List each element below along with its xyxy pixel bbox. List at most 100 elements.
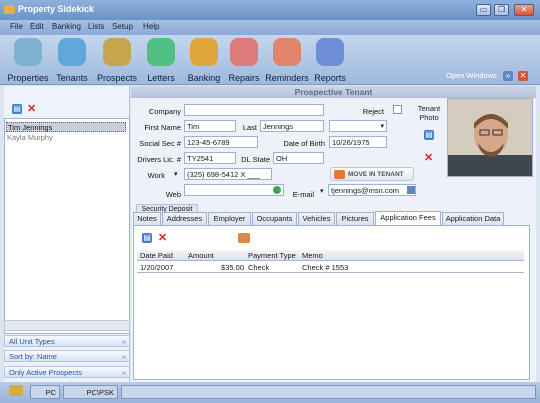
list-item[interactable]: Tim Jennings [6,122,126,132]
tenant-photo-label: Tenant Photo [417,104,441,122]
delete-prospect-icon[interactable]: ✕ [27,102,36,115]
dob-label: Date of Birth [283,139,325,148]
delete-fee-icon[interactable]: ✕ [158,231,167,244]
close-button[interactable]: ✕ [514,4,534,16]
tenant-photo [447,98,533,177]
tab-notes[interactable]: Notes [133,212,161,225]
minimize-button[interactable]: ▭ [476,4,491,16]
email-label[interactable]: E-mail [288,190,314,199]
ssn-field[interactable]: 123-45-6789 [184,136,258,148]
table-row[interactable]: 1/20/2007 $35.00 Check Check # 1553 [137,262,524,273]
active-prospects-filter[interactable]: Only Active Prospects » [4,366,130,378]
properties-icon [14,38,42,66]
menu-help[interactable]: Help [143,22,159,31]
open-windows-chevron-icon[interactable]: » [503,71,513,81]
fees-table-header: Date Paid Amount Payment Type Memo [137,250,524,261]
chevron-down-icon: » [122,370,126,377]
reports-icon [316,38,344,66]
suffix-dropdown[interactable] [329,120,387,132]
tenant-portrait-image [448,99,532,176]
company-label: Company [148,107,181,116]
tenants-icon [58,38,86,66]
work-phone-label[interactable]: Work [137,171,165,180]
first-name-field[interactable]: Tim [184,120,236,132]
reject-label: Reject [362,107,384,116]
page-title: Prospective Tenant [131,86,536,98]
web-field[interactable] [184,184,284,196]
send-email-icon[interactable] [407,186,415,194]
menu-edit[interactable]: Edit [30,22,44,31]
fee-type-cell: Check [248,263,270,272]
status-message [121,385,536,399]
globe-icon[interactable] [273,186,281,194]
fee-memo-cell: Check # 1553 [302,263,349,272]
print-icon[interactable] [238,233,250,243]
menu-bar [0,20,540,35]
app-logo-icon [4,5,15,14]
maximize-button[interactable]: ❐ [494,4,509,16]
email-field[interactable]: tjennings@msn.com [328,184,416,196]
repairs-icon [230,38,258,66]
tab-addresses[interactable]: Addresses [162,212,207,225]
move-in-tenant-label: MOVE IN TENANT [348,171,404,178]
fee-amount-cell: $35.00 [221,263,244,272]
chevron-down-icon: » [122,354,126,361]
phone-type-chevron-icon[interactable]: ▾ [174,170,178,178]
list-horizontal-scrollbar[interactable] [4,320,130,331]
close-window-icon[interactable]: ✕ [518,71,528,81]
reject-checkbox[interactable] [393,105,402,114]
window-title: Property Sidekick [18,4,95,14]
unit-type-filter[interactable]: All Unit Types » [4,335,130,347]
tab-pictures[interactable]: Pictures [336,212,374,225]
application-fees-panel [133,225,530,380]
dl-state-label: DL State [241,155,270,164]
company-field[interactable] [184,104,324,116]
menu-setup[interactable]: Setup [112,22,133,31]
menu-lists[interactable]: Lists [88,22,104,31]
web-label: Web [165,190,181,199]
delete-photo-icon[interactable]: ✕ [424,151,433,164]
reminders-icon [273,38,301,66]
fee-date-cell: 1/20/2007 [140,263,174,272]
ssn-label: Social Sec # [139,139,181,148]
add-photo-icon[interactable]: ▤ [424,130,434,140]
tab-application-fees[interactable]: Application Fees [375,211,441,225]
first-name-label: First Name [144,123,181,132]
last-name-label: Last [242,123,257,132]
move-in-tenant-button[interactable]: MOVE IN TENANT [330,167,414,181]
tab-occupants[interactable]: Occupants [252,212,297,225]
letters-icon [147,38,175,66]
tab-vehicles[interactable]: Vehicles [298,212,335,225]
chevron-down-icon: » [122,339,126,346]
drivers-license-label: Drivers Lic. # [137,155,181,164]
filter-label: Only Active Prospects [9,368,82,377]
dl-state-field[interactable]: OH [273,152,324,164]
drivers-license-field[interactable]: TY2541 [184,152,236,164]
tab-application-data[interactable]: Application Data [442,212,504,225]
tab-employer[interactable]: Employer [208,212,251,225]
last-name-field[interactable]: Jennings [260,120,324,132]
open-windows-label[interactable]: Open Windows [446,71,497,80]
banking-icon [190,38,218,66]
column-header-date[interactable]: Date Paid [140,251,173,260]
status-path: PC\PSK [63,385,118,399]
toolbar-label: Reports [314,73,346,83]
truck-icon [334,170,345,179]
toolbar-reports-button[interactable]: Reports [308,38,352,84]
email-type-chevron-icon[interactable]: ▾ [320,187,324,195]
dob-field[interactable]: 10/26/1975 [329,136,387,148]
list-item[interactable]: Kayla Murphy [6,133,126,143]
sort-filter[interactable]: Sort by: Name » [4,350,130,362]
column-header-memo[interactable]: Memo [302,251,323,260]
new-prospect-icon[interactable]: ▤ [12,104,22,114]
new-fee-icon[interactable]: ▤ [142,233,152,243]
prospect-list [4,118,130,334]
filter-label: Sort by: Name [9,352,57,361]
menu-file[interactable]: File [10,22,23,31]
menu-banking[interactable]: Banking [52,22,81,31]
column-header-payment-type[interactable]: Payment Type [248,251,296,260]
column-header-amount[interactable]: Amount [188,251,214,260]
work-phone-field[interactable]: (325) 698-5412 X ___ [184,168,272,180]
filter-label: All Unit Types [9,337,55,346]
toolbar-tenants-button[interactable]: Tenants [50,38,94,84]
